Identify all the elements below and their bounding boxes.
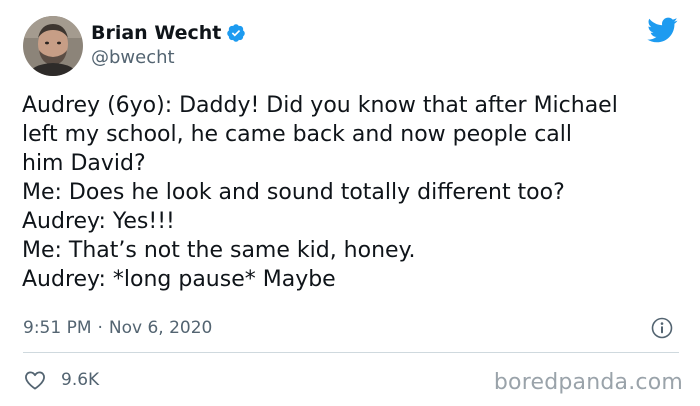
timestamp-time[interactable]: 9:51 PM <box>23 317 92 339</box>
display-name[interactable]: Brian Wecht <box>91 21 221 45</box>
tweet-text-line: Me: That’s not the same kid, honey. <box>22 238 416 263</box>
tweet-text-line: Audrey: Yes!!! <box>22 209 175 234</box>
tweet-text: Audrey (6yo): Daddy! Did you know that a… <box>22 91 692 294</box>
tweet-text-line: left my school, he came back and now peo… <box>22 122 573 147</box>
watermark: boredpanda.com <box>493 370 683 395</box>
heart-icon[interactable] <box>23 368 47 392</box>
info-icon[interactable] <box>650 316 674 340</box>
tweet-text-line: Audrey: *long pause* Maybe <box>22 267 336 292</box>
handle[interactable]: @bwecht <box>91 47 175 69</box>
timestamp-date[interactable]: Nov 6, 2020 <box>109 317 212 339</box>
tweet-text-line: Audrey (6yo): Daddy! Did you know that a… <box>22 93 618 118</box>
tweet-text-line: Me: Does he look and sound totally diffe… <box>22 180 565 205</box>
like-count: 9.6K <box>61 370 100 390</box>
tweet-text-line: him David? <box>22 151 146 176</box>
twitter-bird-icon[interactable] <box>646 16 678 44</box>
like-button[interactable]: 9.6K <box>23 368 99 392</box>
divider <box>23 352 679 353</box>
tweet-card: Brian Wecht @bwecht Audrey (6yo): Daddy!… <box>0 0 700 406</box>
verified-badge-icon <box>226 23 246 43</box>
timestamp[interactable]: 9:51 PM · Nov 6, 2020 <box>23 317 212 339</box>
timestamp-separator: · <box>97 318 103 338</box>
avatar[interactable] <box>23 16 83 76</box>
